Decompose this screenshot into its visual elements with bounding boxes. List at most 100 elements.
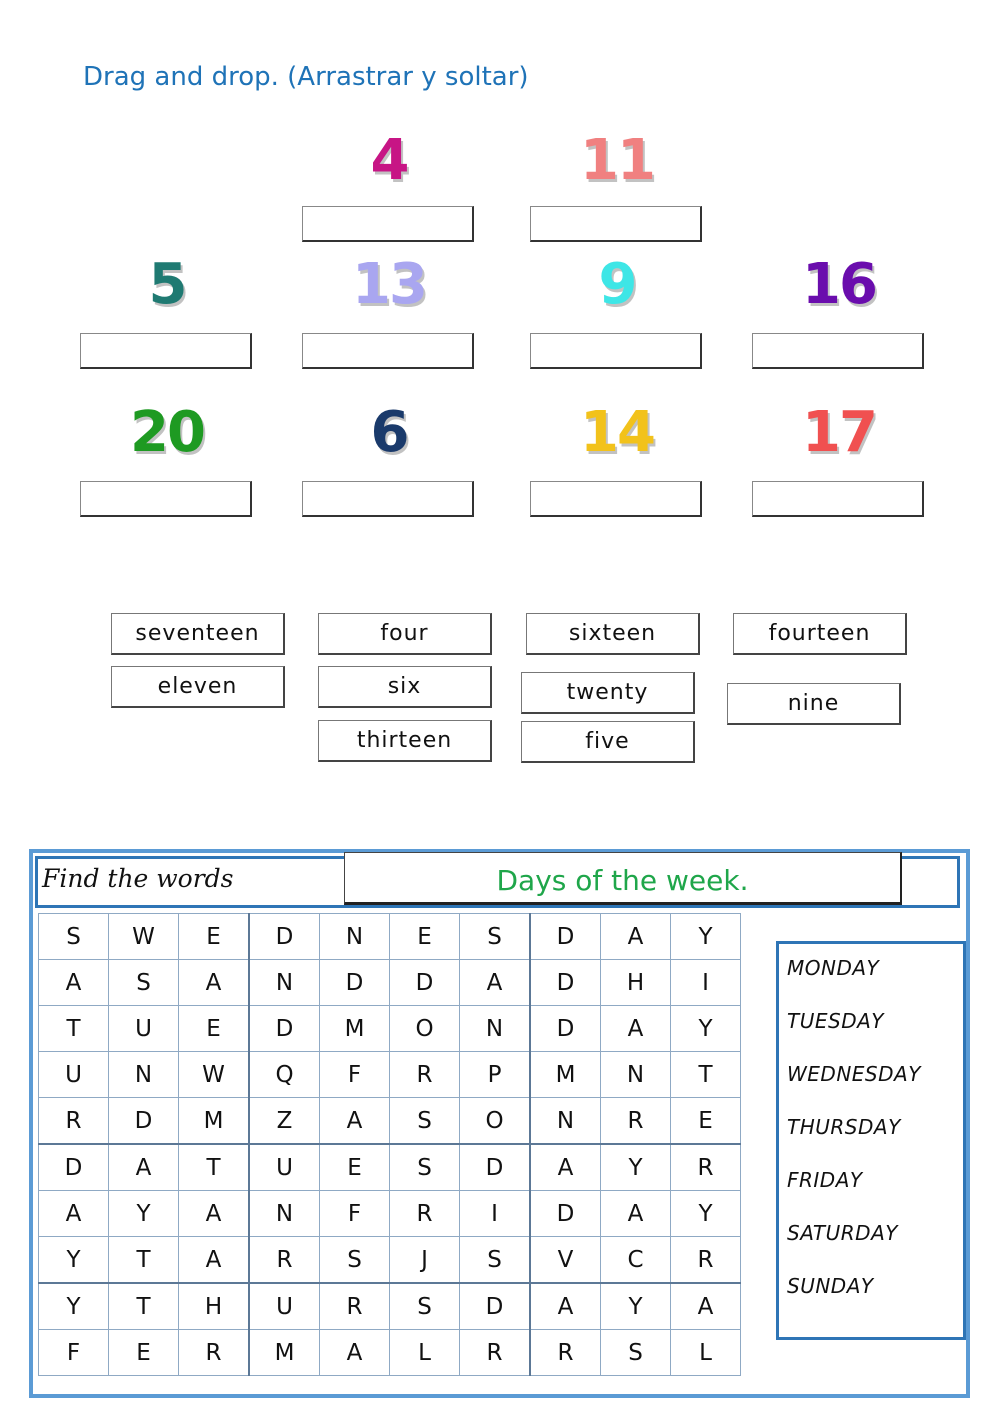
grid-cell[interactable]: S: [389, 1097, 460, 1145]
grid-cell[interactable]: S: [459, 913, 531, 960]
grid-cell[interactable]: A: [600, 1190, 671, 1237]
grid-cell[interactable]: M: [178, 1097, 250, 1145]
grid-cell[interactable]: Z: [248, 1097, 320, 1145]
grid-cell[interactable]: D: [529, 1005, 601, 1052]
grid-cell[interactable]: N: [248, 1190, 320, 1237]
grid-cell[interactable]: S: [389, 1143, 460, 1191]
grid-cell[interactable]: C: [600, 1236, 671, 1284]
grid-cell[interactable]: A: [178, 1236, 250, 1284]
drop-box[interactable]: [302, 333, 474, 369]
grid-cell[interactable]: I: [670, 959, 741, 1006]
grid-cell[interactable]: U: [248, 1282, 320, 1330]
grid-cell[interactable]: E: [670, 1097, 741, 1145]
grid-cell[interactable]: E: [108, 1329, 179, 1376]
grid-cell[interactable]: A: [600, 913, 671, 960]
grid-cell[interactable]: A: [319, 1329, 390, 1376]
grid-cell[interactable]: T: [108, 1282, 179, 1330]
grid-cell[interactable]: J: [389, 1236, 460, 1284]
grid-cell[interactable]: R: [670, 1143, 741, 1191]
grid-cell[interactable]: I: [459, 1190, 531, 1237]
grid-cell[interactable]: N: [248, 959, 320, 1006]
grid-cell[interactable]: W: [108, 913, 179, 960]
grid-cell[interactable]: E: [389, 913, 460, 960]
grid-cell[interactable]: E: [178, 913, 250, 960]
drop-box[interactable]: [752, 481, 924, 517]
grid-cell[interactable]: D: [248, 1005, 320, 1052]
grid-cell[interactable]: D: [248, 913, 320, 960]
grid-cell[interactable]: R: [600, 1097, 671, 1145]
grid-cell[interactable]: A: [178, 959, 250, 1006]
grid-cell[interactable]: R: [38, 1097, 109, 1145]
draggable-word[interactable]: four: [318, 613, 492, 655]
grid-cell[interactable]: V: [529, 1236, 601, 1284]
grid-cell[interactable]: D: [459, 1143, 531, 1191]
draggable-word[interactable]: six: [318, 666, 492, 708]
grid-cell[interactable]: Y: [670, 913, 741, 960]
grid-cell[interactable]: L: [389, 1329, 460, 1376]
grid-cell[interactable]: D: [389, 959, 460, 1006]
grid-cell[interactable]: Y: [108, 1190, 179, 1237]
grid-cell[interactable]: A: [670, 1282, 741, 1330]
grid-cell[interactable]: D: [529, 959, 601, 1006]
grid-cell[interactable]: Y: [38, 1236, 109, 1284]
grid-cell[interactable]: N: [529, 1097, 601, 1145]
grid-cell[interactable]: Y: [38, 1282, 109, 1330]
grid-cell[interactable]: F: [319, 1190, 390, 1237]
grid-cell[interactable]: U: [108, 1005, 179, 1052]
grid-cell[interactable]: W: [178, 1051, 250, 1098]
drop-box[interactable]: [80, 481, 252, 517]
grid-cell[interactable]: Y: [600, 1282, 671, 1330]
grid-cell[interactable]: M: [319, 1005, 390, 1052]
grid-cell[interactable]: H: [600, 959, 671, 1006]
draggable-word[interactable]: eleven: [111, 666, 285, 708]
draggable-word[interactable]: seventeen: [111, 613, 285, 655]
grid-cell[interactable]: S: [319, 1236, 390, 1284]
grid-cell[interactable]: F: [319, 1051, 390, 1098]
draggable-word[interactable]: nine: [727, 683, 901, 725]
grid-cell[interactable]: L: [670, 1329, 741, 1376]
grid-cell[interactable]: T: [178, 1143, 250, 1191]
grid-cell[interactable]: N: [319, 913, 390, 960]
grid-cell[interactable]: T: [108, 1236, 179, 1284]
grid-cell[interactable]: D: [529, 1190, 601, 1237]
draggable-word[interactable]: fourteen: [733, 613, 907, 655]
draggable-word[interactable]: sixteen: [526, 613, 700, 655]
grid-cell[interactable]: Y: [670, 1190, 741, 1237]
grid-cell[interactable]: A: [178, 1190, 250, 1237]
grid-cell[interactable]: M: [248, 1329, 320, 1376]
grid-cell[interactable]: R: [319, 1282, 390, 1330]
grid-cell[interactable]: R: [389, 1190, 460, 1237]
grid-cell[interactable]: S: [38, 913, 109, 960]
draggable-word[interactable]: twenty: [521, 672, 695, 714]
drop-box[interactable]: [530, 333, 702, 369]
grid-cell[interactable]: T: [670, 1051, 741, 1098]
grid-cell[interactable]: E: [178, 1005, 250, 1052]
grid-cell[interactable]: R: [389, 1051, 460, 1098]
grid-cell[interactable]: P: [459, 1051, 531, 1098]
drop-box[interactable]: [302, 206, 474, 242]
grid-cell[interactable]: Q: [248, 1051, 320, 1098]
grid-cell[interactable]: A: [600, 1005, 671, 1052]
drop-box[interactable]: [302, 481, 474, 517]
grid-cell[interactable]: M: [529, 1051, 601, 1098]
drop-box[interactable]: [80, 333, 252, 369]
grid-cell[interactable]: S: [108, 959, 179, 1006]
grid-cell[interactable]: Y: [670, 1005, 741, 1052]
grid-cell[interactable]: N: [459, 1005, 531, 1052]
grid-cell[interactable]: U: [248, 1143, 320, 1191]
grid-cell[interactable]: H: [178, 1282, 250, 1330]
grid-cell[interactable]: A: [108, 1143, 179, 1191]
grid-cell[interactable]: O: [459, 1097, 531, 1145]
grid-cell[interactable]: F: [38, 1329, 109, 1376]
grid-cell[interactable]: Y: [600, 1143, 671, 1191]
grid-cell[interactable]: A: [529, 1143, 601, 1191]
grid-cell[interactable]: D: [108, 1097, 179, 1145]
drop-box[interactable]: [530, 206, 702, 242]
grid-cell[interactable]: O: [389, 1005, 460, 1052]
grid-cell[interactable]: A: [38, 1190, 109, 1237]
grid-cell[interactable]: S: [600, 1329, 671, 1376]
draggable-word[interactable]: thirteen: [318, 720, 492, 762]
grid-cell[interactable]: R: [670, 1236, 741, 1284]
grid-cell[interactable]: R: [459, 1329, 531, 1376]
grid-cell[interactable]: D: [38, 1143, 109, 1191]
